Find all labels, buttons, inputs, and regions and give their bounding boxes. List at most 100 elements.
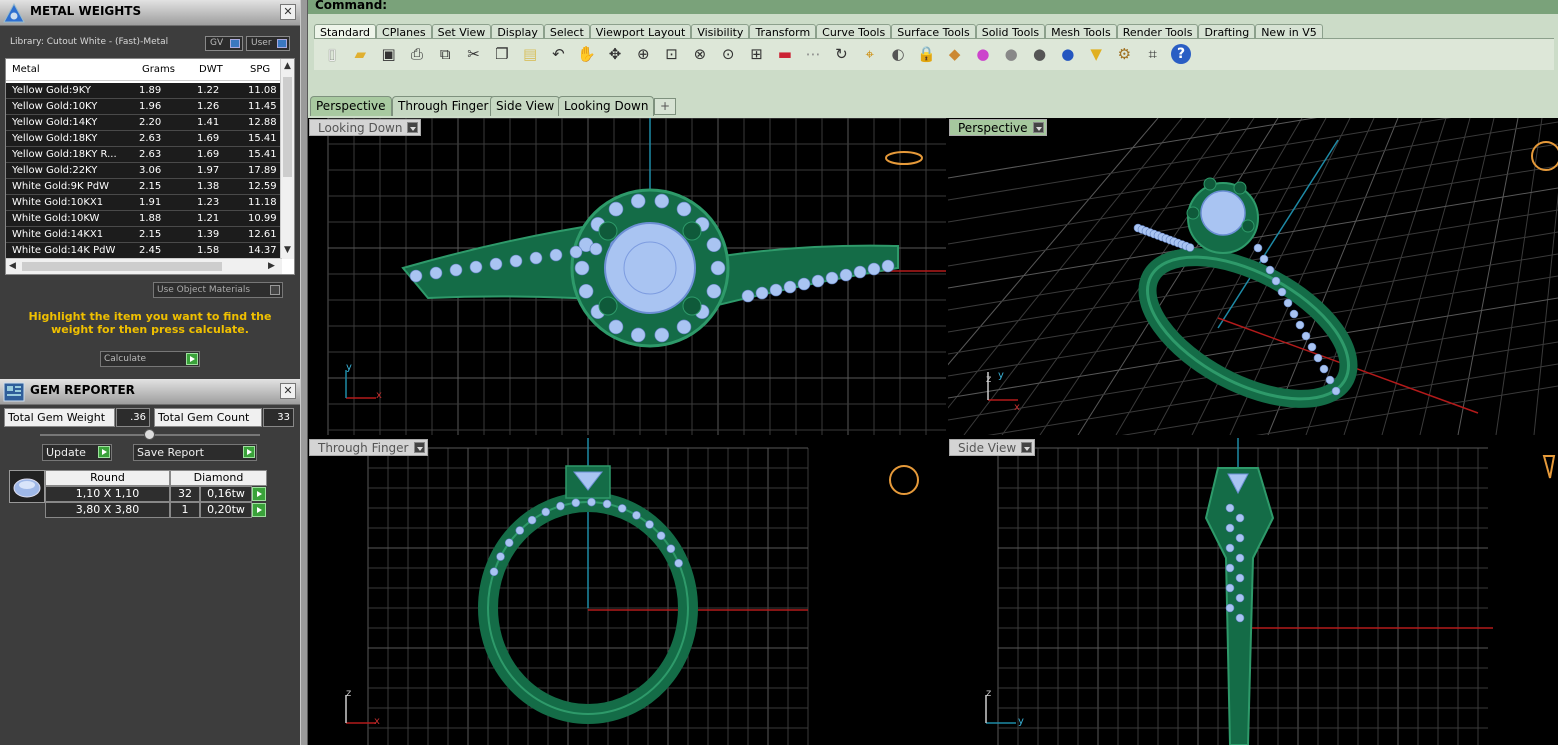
metal-row[interactable]: Yellow Gold:18KY R... 2.63 1.69 15.41 bbox=[6, 147, 282, 163]
metal-row[interactable]: Yellow Gold:10KY 1.96 1.26 11.45 bbox=[6, 99, 282, 115]
checkbox-box-icon[interactable] bbox=[270, 285, 280, 295]
column-header-dwt[interactable]: DWT bbox=[199, 64, 223, 75]
gem-reporter-close-button[interactable]: ✕ bbox=[280, 383, 296, 399]
viewport-label-through-finger[interactable]: Through Finger bbox=[309, 439, 428, 456]
gears-icon[interactable]: ⚙ bbox=[1114, 44, 1134, 64]
command-bar[interactable]: Command: bbox=[308, 0, 1558, 14]
viewport-label-perspective[interactable]: Perspective bbox=[949, 119, 1047, 136]
metal-row[interactable]: White Gold:14KX1 2.15 1.39 12.61 bbox=[6, 227, 282, 243]
column-header-grams[interactable]: Grams bbox=[142, 64, 175, 75]
metal-cell: White Gold:10KX1 bbox=[12, 197, 104, 208]
zoom-window-icon[interactable]: ⊡ bbox=[662, 44, 682, 64]
metal-row[interactable]: Yellow Gold:18KY 2.63 1.69 15.41 bbox=[6, 131, 282, 147]
save-icon[interactable]: ▣ bbox=[379, 44, 399, 64]
perspective-canvas[interactable] bbox=[948, 118, 1558, 435]
gem-row-select-icon[interactable] bbox=[252, 503, 266, 517]
calculate-play-icon[interactable] bbox=[186, 353, 198, 365]
panel-divider[interactable] bbox=[300, 0, 308, 745]
save-report-play-icon[interactable] bbox=[243, 446, 255, 458]
metal-cell: 10.99 bbox=[248, 213, 277, 224]
accent-gem bbox=[630, 193, 646, 209]
metal-row[interactable]: Yellow Gold:9KY 1.89 1.22 11.08 bbox=[6, 83, 282, 99]
color-wheel-icon[interactable]: ● bbox=[973, 44, 993, 64]
viewport-menu-dropdown-icon[interactable] bbox=[1032, 122, 1044, 133]
pan-hand-icon[interactable]: ✋ bbox=[577, 44, 597, 64]
viewport-menu-dropdown-icon[interactable] bbox=[407, 122, 419, 133]
prong bbox=[1241, 219, 1255, 233]
sphere-grey-icon[interactable]: ● bbox=[1001, 44, 1021, 64]
user-toggle[interactable]: User bbox=[246, 36, 290, 51]
column-header-spg[interactable]: SPG bbox=[250, 64, 270, 75]
update-play-icon[interactable] bbox=[98, 446, 110, 458]
copy-icon[interactable]: ❐ bbox=[492, 44, 512, 64]
gem-cell: 3,80 X 3,80 bbox=[45, 502, 170, 518]
scroll-left-arrow-icon[interactable]: ◀ bbox=[9, 261, 16, 271]
viewport-perspective[interactable]: Perspective z y x bbox=[948, 118, 1558, 435]
lock-icon[interactable]: 🔒 bbox=[916, 44, 936, 64]
four-viewports-icon[interactable]: ⊞ bbox=[747, 44, 767, 64]
car-icon[interactable]: ▬ bbox=[775, 44, 795, 64]
splitter-knob-icon[interactable] bbox=[144, 429, 155, 440]
highlighter-icon[interactable]: ▼ bbox=[1086, 44, 1106, 64]
metal-weights-close-button[interactable]: ✕ bbox=[280, 4, 296, 20]
metal-row[interactable]: White Gold:10KW 1.88 1.21 10.99 bbox=[6, 211, 282, 227]
vertical-scroll-thumb[interactable] bbox=[283, 77, 292, 177]
dim-icon[interactable]: ⋯ bbox=[803, 44, 823, 64]
metal-row[interactable]: Yellow Gold:22KY 3.06 1.97 17.89 bbox=[6, 163, 282, 179]
viewport-menu-dropdown-icon[interactable] bbox=[1021, 442, 1033, 453]
scroll-down-arrow-icon[interactable]: ▼ bbox=[284, 245, 291, 255]
looking-down-canvas[interactable] bbox=[308, 118, 946, 435]
view-tab[interactable]: Through Finger bbox=[392, 96, 495, 116]
layers-icon[interactable]: ◆ bbox=[945, 44, 965, 64]
accent-gem bbox=[578, 283, 594, 299]
view-tab[interactable]: Side View bbox=[490, 96, 561, 116]
metal-table-vertical-scrollbar[interactable]: ▲ ▼ bbox=[280, 59, 294, 259]
cut-icon[interactable]: ✂ bbox=[464, 44, 484, 64]
accent-gem bbox=[1259, 254, 1269, 264]
calculate-button[interactable]: Calculate bbox=[100, 351, 200, 367]
view-tab[interactable]: Looking Down bbox=[558, 96, 655, 116]
open-folder-icon[interactable]: ▰ bbox=[350, 44, 370, 64]
gem-row-select-icon[interactable] bbox=[252, 487, 266, 501]
viewport-label-side-view[interactable]: Side View bbox=[949, 439, 1036, 456]
horizontal-scroll-thumb[interactable] bbox=[22, 262, 222, 271]
accent-gem bbox=[1235, 613, 1245, 623]
rotate-view-icon[interactable]: ↻ bbox=[831, 44, 851, 64]
metal-row[interactable]: White Gold:14K PdW 2.45 1.58 14.37 bbox=[6, 243, 282, 259]
viewport-side-view[interactable]: Side View z y bbox=[948, 438, 1558, 745]
import-icon[interactable]: ⧉ bbox=[435, 44, 455, 64]
scroll-up-arrow-icon[interactable]: ▲ bbox=[284, 61, 291, 71]
undo-icon[interactable]: ↶ bbox=[548, 44, 568, 64]
zoom-extents-icon[interactable]: ⊗ bbox=[690, 44, 710, 64]
grid-snap-icon[interactable]: ⌗ bbox=[1143, 44, 1163, 64]
through-finger-canvas[interactable] bbox=[308, 438, 946, 745]
light-bulb-icon[interactable]: ◐ bbox=[888, 44, 908, 64]
viewport-through-finger[interactable]: Through Finger z x bbox=[308, 438, 946, 745]
paste-icon[interactable]: ▤ bbox=[520, 44, 540, 64]
help-icon[interactable]: ? bbox=[1171, 44, 1191, 64]
use-object-materials-checkbox[interactable]: Use Object Materials bbox=[153, 282, 283, 298]
zoom-in-icon[interactable]: ⊕ bbox=[633, 44, 653, 64]
column-header-metal[interactable]: Metal bbox=[12, 64, 40, 75]
sphere-dark-icon[interactable]: ● bbox=[1030, 44, 1050, 64]
move-icon[interactable]: ✥ bbox=[605, 44, 625, 64]
view-tab[interactable]: Perspective bbox=[310, 96, 392, 116]
viewport-looking-down[interactable]: Looking Down y x bbox=[308, 118, 946, 435]
save-report-button[interactable]: Save Report bbox=[133, 444, 257, 461]
metal-row[interactable]: White Gold:10KX1 1.91 1.23 11.18 bbox=[6, 195, 282, 211]
sphere-blue-icon[interactable]: ● bbox=[1058, 44, 1078, 64]
metal-table-horizontal-scrollbar[interactable]: ◀ ▶ bbox=[6, 258, 282, 274]
viewport-menu-dropdown-icon[interactable] bbox=[413, 442, 425, 453]
viewport-label-looking-down[interactable]: Looking Down bbox=[309, 119, 422, 136]
snap-icon[interactable]: ⌖ bbox=[860, 44, 880, 64]
add-viewport-tab-button[interactable]: + bbox=[654, 98, 676, 115]
print-icon[interactable]: ⎙ bbox=[407, 44, 427, 64]
metal-row[interactable]: White Gold:9K PdW 2.15 1.38 12.59 bbox=[6, 179, 282, 195]
gv-toggle[interactable]: GV bbox=[205, 36, 243, 51]
update-button[interactable]: Update bbox=[42, 444, 112, 461]
zoom-selected-icon[interactable]: ⊙ bbox=[718, 44, 738, 64]
scroll-right-arrow-icon[interactable]: ▶ bbox=[268, 261, 275, 271]
side-view-canvas[interactable] bbox=[948, 438, 1558, 745]
new-file-icon[interactable]: ▯ bbox=[322, 44, 342, 64]
metal-row[interactable]: Yellow Gold:14KY 2.20 1.41 12.88 bbox=[6, 115, 282, 131]
